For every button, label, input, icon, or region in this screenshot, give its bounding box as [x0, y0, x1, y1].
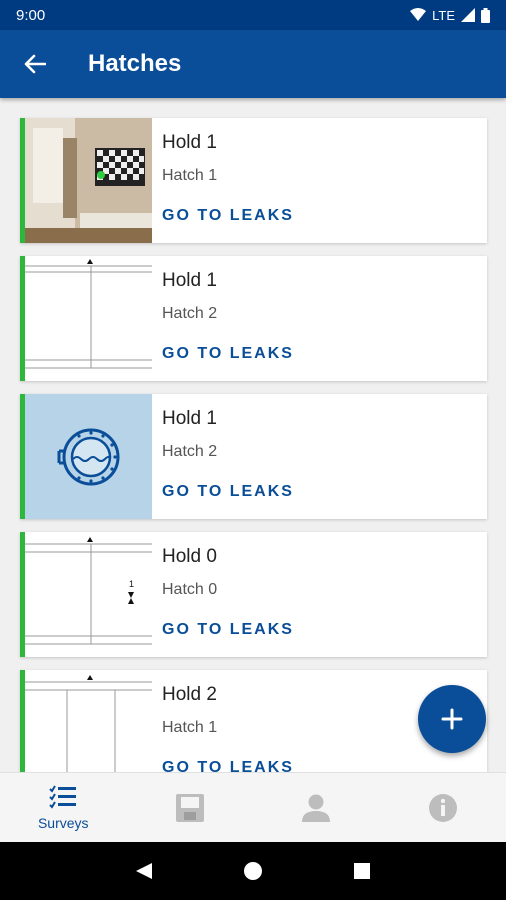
- battery-icon: [481, 7, 490, 23]
- status-bar: 9:00 LTE: [0, 0, 506, 30]
- hatch-label: Hatch 2: [162, 443, 218, 460]
- bottom-navigation: Surveys: [0, 772, 506, 842]
- back-triangle-icon[interactable]: [134, 861, 154, 881]
- go-to-leaks-button[interactable]: GO TO LEAKS: [162, 621, 294, 639]
- nav-info[interactable]: [380, 773, 506, 842]
- nav-profile[interactable]: [253, 773, 380, 842]
- go-to-leaks-button[interactable]: GO TO LEAKS: [162, 345, 294, 363]
- home-circle-icon[interactable]: [243, 861, 263, 881]
- hatch-card[interactable]: Hold 1 Hatch 2 GO TO LEAKS: [20, 394, 487, 519]
- hatch-card[interactable]: Hold 2 Hatch 1 GO TO LEAKS: [20, 670, 487, 772]
- porthole-icon: [57, 428, 119, 485]
- hold-label: Hold 1: [162, 408, 217, 429]
- hatch-photo-thumbnail: [25, 118, 152, 243]
- hatch-list[interactable]: Hold 1 Hatch 1 GO TO LEAKS Hold 1 Hatch …: [0, 98, 506, 772]
- page-title: Hatches: [88, 50, 182, 77]
- hatch-label: Hatch 0: [162, 581, 218, 598]
- hatch-drawing-thumbnail: [25, 256, 152, 381]
- drawing-marker-label: 1: [129, 579, 134, 589]
- info-icon: [428, 793, 457, 822]
- network-type: LTE: [432, 7, 455, 23]
- nav-surveys-label: Surveys: [37, 814, 89, 831]
- hatch-label: Hatch 1: [162, 167, 218, 184]
- app-bar: Hatches: [0, 30, 506, 98]
- status-time: 9:00: [16, 6, 46, 24]
- hold-label: Hold 1: [162, 270, 217, 291]
- go-to-leaks-button[interactable]: GO TO LEAKS: [162, 759, 294, 772]
- plus-icon: [441, 708, 463, 730]
- nav-surveys[interactable]: Surveys: [0, 773, 127, 842]
- back-button[interactable]: [0, 30, 70, 98]
- go-to-leaks-button[interactable]: GO TO LEAKS: [162, 483, 294, 501]
- wifi-icon: [410, 8, 427, 21]
- checklist-icon: [49, 784, 77, 809]
- hold-label: Hold 0: [162, 546, 217, 567]
- system-navigation-bar: [0, 842, 506, 900]
- hatch-drawing-thumbnail: [25, 670, 152, 772]
- signal-icon: [461, 8, 475, 22]
- hatch-label: Hatch 1: [162, 719, 218, 736]
- porthole-thumbnail: [25, 394, 152, 519]
- hatch-label: Hatch 2: [162, 305, 218, 322]
- recents-square-icon[interactable]: [352, 861, 372, 881]
- person-icon: [302, 794, 331, 822]
- hold-label: Hold 2: [162, 684, 217, 705]
- hatch-drawing-thumbnail: 1: [25, 532, 152, 657]
- hatch-card[interactable]: 1 Hold 0 Hatch 0 GO TO LEAKS: [20, 532, 487, 657]
- add-hatch-button[interactable]: [418, 685, 486, 753]
- nav-save[interactable]: [127, 773, 254, 842]
- arrow-back-icon: [24, 54, 46, 74]
- status-icons: LTE: [410, 7, 490, 23]
- hold-label: Hold 1: [162, 132, 217, 153]
- hatch-card[interactable]: Hold 1 Hatch 2 GO TO LEAKS: [20, 256, 487, 381]
- go-to-leaks-button[interactable]: GO TO LEAKS: [162, 207, 294, 225]
- floppy-icon: [175, 793, 204, 822]
- hatch-card[interactable]: Hold 1 Hatch 1 GO TO LEAKS: [20, 118, 487, 243]
